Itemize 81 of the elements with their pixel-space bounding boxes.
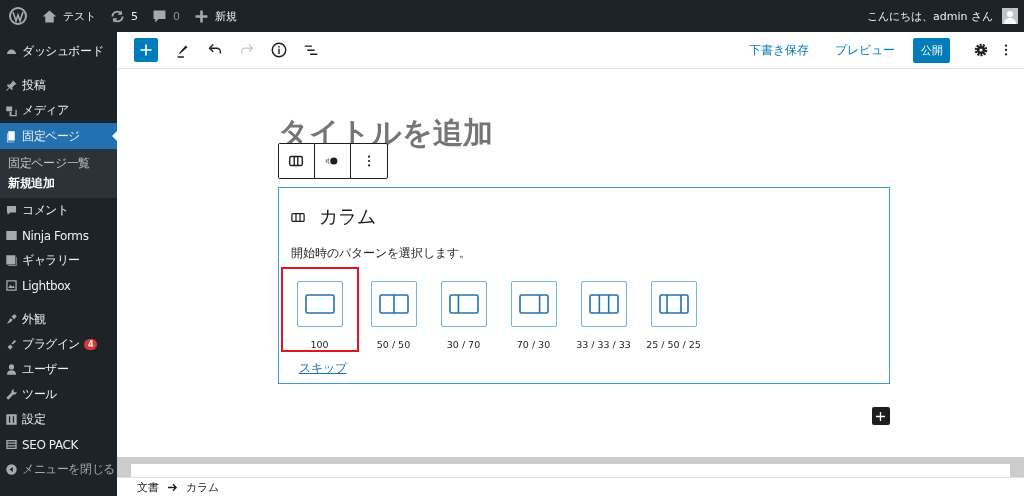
menu-label: コメント [22,202,69,219]
sidebar-item[interactable]: SEO PACK [0,432,117,457]
menu-label: 固定ページ [22,127,80,145]
collapse-menu-button[interactable]: メニューを閉じる [0,457,117,482]
sidebar-item[interactable]: Lightbox [0,273,117,298]
menu-label: ダッシュボード [22,42,104,60]
columns-layout-icon [304,294,335,314]
pattern-option[interactable]: 25 / 50 / 25 [638,267,709,352]
pattern-option[interactable]: 70 / 30 [498,267,569,352]
menu-label: Lightbox [22,278,71,293]
menu-label: プラグイン [22,336,80,353]
menu-icon [5,204,18,217]
wordpress-logo-icon[interactable] [8,6,28,26]
menu-icon [5,312,18,326]
menu-label: 外観 [22,310,46,328]
menu-label: 投稿 [22,76,46,94]
pattern-option[interactable]: 30 / 70 [428,267,499,352]
new-link[interactable]: 新規 [215,8,237,24]
menu-label: ギャラリー [22,252,80,269]
menu-label: ツール [22,386,57,403]
count-badge: 4 [84,339,98,350]
breadcrumb-link[interactable]: 文書 [137,479,159,495]
sidebar-item[interactable]: ダッシュボード [0,38,117,64]
submenu-item[interactable]: 固定ページ一覧 [0,153,117,173]
columns-layout-icon [588,294,619,314]
sidebar-item[interactable]: 設定 [0,407,117,432]
pattern-option[interactable]: 100 [280,267,359,352]
add-block-button[interactable] [871,407,890,425]
plus-icon [874,409,887,423]
sidebar-item[interactable]: ユーザー [0,357,117,382]
instructions-text: 開始時のパターンを選択します。 [290,245,472,262]
submenu-item[interactable]: 新規追加 [0,173,117,193]
columns-layout-icon [658,294,689,314]
sidebar-item[interactable]: 外観 [0,306,117,332]
publish-button[interactable]: 公開 [913,37,950,63]
menu-icon [5,129,18,143]
sidebar-item[interactable]: 固定ページ [0,123,117,149]
info-icon[interactable] [270,41,288,59]
more-options-icon [366,154,371,168]
preview-button[interactable]: プレビュー [827,41,903,59]
menu-label: Ninja Forms [22,228,89,243]
sidebar-item[interactable]: ツール [0,382,117,407]
settings-icon[interactable] [972,41,990,59]
columns-icon [290,211,305,223]
sidebar-item[interactable]: Ninja Forms [0,223,117,248]
more-options-icon[interactable] [1004,43,1008,57]
menu-icon [5,229,18,242]
block-title: カラム [318,204,376,229]
menu-label: メディア [22,102,69,119]
sidebar-item[interactable]: コメント [0,198,117,223]
plus-icon [138,42,154,58]
site-name-link[interactable]: テスト [63,8,96,24]
block-type-button[interactable] [278,144,315,178]
menu-icon [5,363,18,376]
greeting-text[interactable]: こんにちは、admin さん [867,8,993,24]
menu-label: ユーザー [22,361,69,378]
comments-count[interactable]: 0 [173,9,180,23]
menu-label: 設定 [22,411,46,428]
menu-icon [5,279,18,292]
menu-icon [5,78,18,92]
columns-layout-icon [448,294,479,314]
menu-icon [5,388,18,401]
menu-icon [5,254,18,267]
menu-icon [5,438,18,451]
sidebar-item[interactable]: ギャラリー [0,248,117,273]
skip-link[interactable]: スキップ [298,360,347,377]
pattern-option[interactable]: 50 / 50 [358,267,429,352]
pattern-option[interactable]: 33 / 33 / 33 [568,267,639,352]
menu-label: SEO PACK [22,437,78,452]
sidebar-item[interactable]: メディア [0,98,117,123]
breadcrumb-link[interactable]: カラム [186,479,219,495]
menu-icon [5,338,18,351]
arrow-icon [167,482,178,492]
sidebar-item[interactable]: 投稿 [0,72,117,98]
updates-count[interactable]: 5 [131,9,138,23]
menu-icon [5,104,18,117]
menu-icon [5,413,18,426]
save-draft-button[interactable]: 下書き保存 [741,41,817,59]
columns-layout-icon [518,294,549,314]
columns-layout-icon [378,294,409,314]
sidebar-item[interactable]: プラグイン 4 [0,332,117,357]
